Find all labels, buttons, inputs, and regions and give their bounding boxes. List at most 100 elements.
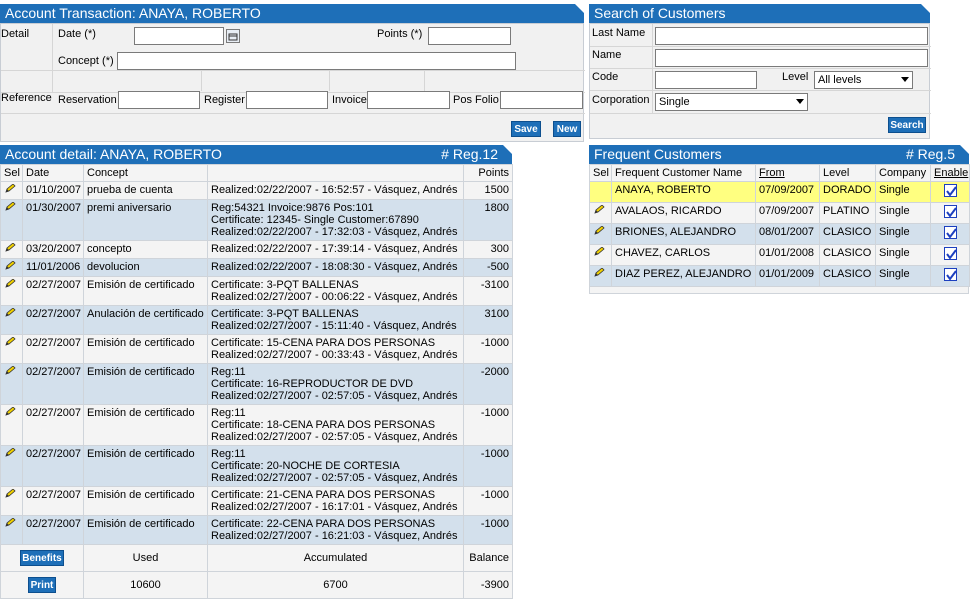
row-select-cell[interactable] [0, 445, 23, 487]
row-concept: Emisión de certificado [83, 515, 208, 545]
pencil-icon[interactable] [4, 202, 16, 215]
pencil-icon[interactable] [593, 205, 605, 218]
row-detail: Certificate: 15-CENA PARA DOS PERSONAS Re… [207, 334, 464, 364]
fc-col-name: Frequent Customer Name [611, 164, 756, 182]
row-concept: concepto [83, 240, 208, 259]
table-row[interactable]: AVALAOS, RICARDO 07/09/2007 PLATINO Single [589, 202, 970, 224]
pencil-icon[interactable] [593, 268, 605, 281]
fc-col-from-link[interactable]: From [759, 167, 785, 179]
row-select-cell[interactable] [0, 276, 23, 306]
pencil-icon[interactable] [4, 184, 16, 197]
row-select-cell[interactable] [0, 334, 23, 364]
enable-checkbox[interactable] [943, 205, 957, 218]
row-points: 1800 [463, 199, 513, 241]
row-detail-line: Realized:02/27/2007 - 02:57:05 - Vásquez… [211, 472, 458, 484]
row-concept: devolucion [83, 258, 208, 277]
row-select-cell[interactable] [0, 240, 23, 259]
register-field[interactable] [246, 91, 328, 109]
table-row[interactable]: BRIONES, ALEJANDRO 08/01/2007 CLASICO Singl… [589, 223, 970, 245]
row-select-cell[interactable] [0, 305, 23, 335]
pencil-icon[interactable] [593, 247, 605, 260]
fc-row-name: CHAVEZ, CARLOS [611, 244, 756, 266]
row-detail-line: Realized:02/27/2007 - 02:57:05 - Vásquez… [211, 390, 458, 402]
row-select-cell[interactable] [589, 181, 612, 203]
save-button[interactable]: Save [511, 121, 541, 137]
pencil-icon[interactable] [4, 366, 16, 379]
fc-col-from[interactable]: From [755, 164, 820, 182]
pos-folio-field[interactable] [500, 91, 583, 109]
corporation-select[interactable]: Single [655, 93, 808, 111]
search-button[interactable]: Search [888, 117, 926, 133]
enable-checkbox[interactable] [943, 268, 957, 281]
fc-row-from: 01/01/2009 [755, 265, 820, 287]
row-select-cell[interactable] [589, 265, 612, 287]
pencil-icon[interactable] [4, 448, 16, 461]
row-date: 02/27/2007 [22, 445, 84, 487]
col-concept: Concept [83, 164, 208, 182]
row-select-cell[interactable] [0, 404, 23, 446]
pencil-icon[interactable] [4, 261, 16, 274]
reservation-field[interactable] [118, 91, 200, 109]
row-concept: Emisión de certificado [83, 363, 208, 405]
invoice-field[interactable] [367, 91, 450, 109]
print-button[interactable]: Print [28, 577, 56, 593]
pencil-icon[interactable] [4, 489, 16, 502]
row-detail-line: Realized:02/22/2007 - 17:32:03 - Vásquez… [211, 226, 458, 238]
table-row[interactable]: DIAZ PEREZ, ALEJANDRO 01/01/2009 CLASICO Si… [589, 265, 970, 287]
pencil-icon[interactable] [4, 518, 16, 531]
row-select-cell[interactable] [589, 244, 612, 266]
row-detail: Reg:11 Certificate: 16-REPRODUCTOR DE DVD… [207, 363, 464, 405]
row-select-cell[interactable] [0, 486, 23, 516]
pencil-icon[interactable] [593, 226, 605, 239]
table-row: 02/27/2007 Emisión de certificado Reg:11 Ce… [0, 363, 513, 405]
row-select-cell[interactable] [0, 181, 23, 200]
row-date: 02/27/2007 [22, 486, 84, 516]
fc-col-enable[interactable]: Enable [930, 164, 970, 182]
col-sel: Sel [0, 164, 23, 182]
detail-label: Detail [1, 28, 30, 40]
row-detail-line: Realized:02/22/2007 - 17:39:14 - Vásquez… [211, 243, 458, 255]
row-select-cell[interactable] [0, 199, 23, 241]
new-button[interactable]: New [553, 121, 581, 137]
row-points: -500 [463, 258, 513, 277]
row-concept: Emisión de certificado [83, 404, 208, 446]
row-select-cell[interactable] [589, 223, 612, 245]
pencil-icon[interactable] [4, 243, 16, 256]
row-detail-line: Reg:11 [211, 448, 246, 460]
row-select-cell[interactable] [0, 258, 23, 277]
calendar-icon[interactable] [226, 29, 240, 43]
enable-checkbox[interactable] [943, 247, 957, 260]
accumulated-label: Accumulated [207, 544, 464, 572]
benefits-button[interactable]: Benefits [20, 550, 64, 566]
fc-col-enable-link[interactable]: Enable [934, 167, 968, 179]
row-detail-line: Certificate: 3-PQT BALLENAS [211, 279, 359, 291]
row-select-cell[interactable] [0, 515, 23, 545]
pencil-icon[interactable] [4, 337, 16, 350]
level-select[interactable]: All levels [814, 71, 913, 89]
last-name-field[interactable] [655, 27, 928, 45]
account-detail-title: Account detail: ANAYA, ROBERTO [5, 146, 222, 162]
points-field[interactable] [428, 27, 511, 45]
enable-checkbox[interactable] [943, 184, 957, 197]
row-detail-line: Certificate: 22-CENA PARA DOS PERSONAS [211, 518, 436, 530]
points-label: Points (*) [377, 28, 423, 40]
row-detail-line: Reg:11 [211, 407, 246, 419]
pencil-icon[interactable] [4, 308, 16, 321]
table-row[interactable]: CHAVEZ, CARLOS 01/01/2008 CLASICO Single [589, 244, 970, 266]
row-concept: Emisión de certificado [83, 445, 208, 487]
enable-checkbox[interactable] [943, 226, 957, 239]
pencil-icon[interactable] [4, 407, 16, 420]
row-select-cell[interactable] [0, 363, 23, 405]
concept-field[interactable] [117, 52, 516, 70]
name-field[interactable] [655, 49, 928, 67]
date-field[interactable] [134, 27, 224, 45]
row-detail: Reg:11 Certificate: 18-CENA PARA DOS PERS… [207, 404, 464, 446]
row-date: 02/27/2007 [22, 363, 84, 405]
print-cell: Print [0, 571, 84, 599]
code-field[interactable] [655, 71, 757, 89]
pencil-icon[interactable] [4, 279, 16, 292]
row-select-cell[interactable] [589, 202, 612, 224]
divider [590, 113, 931, 114]
frequent-customers-header-row: Sel Frequent Customer Name From Level Co… [589, 164, 970, 182]
table-row[interactable]: ANAYA, ROBERTO 07/09/2007 DORADO Single [589, 181, 970, 203]
